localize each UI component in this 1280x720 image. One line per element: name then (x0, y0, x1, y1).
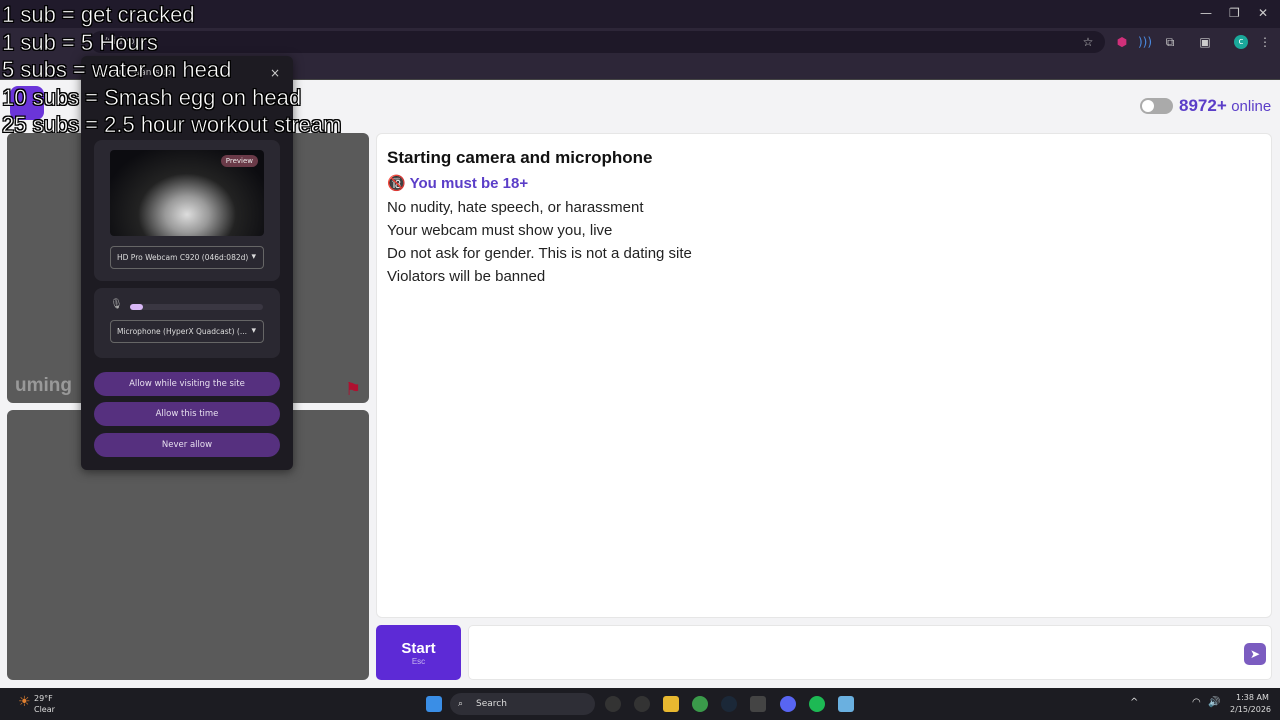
puzzle-icon[interactable]: ⧉ (1163, 35, 1177, 49)
notepad-icon[interactable] (838, 696, 854, 712)
start-hint: Esc (411, 657, 426, 666)
clock-date: 2/15/2026 (1230, 705, 1272, 714)
close-icon[interactable]: × (270, 66, 280, 80)
rule: Do not ask for gender. This is not a dat… (387, 245, 692, 262)
allow-while-visiting-button[interactable]: Allow while visiting the site (94, 372, 280, 396)
camera-preview: Preview (110, 150, 264, 236)
search-label: Search (476, 699, 507, 709)
spotify-icon[interactable] (809, 696, 825, 712)
address-bar[interactable]: /video/ (90, 31, 1105, 53)
send-icon[interactable]: ➤ (1244, 643, 1266, 665)
discord-icon[interactable] (780, 696, 796, 712)
weather-desc: Clear (34, 705, 55, 714)
camera-select[interactable]: HD Pro Webcam C920 (046d:082d) (110, 246, 264, 269)
chat-input[interactable]: ➤ (468, 625, 1272, 680)
minimize-icon[interactable]: — (1200, 6, 1212, 20)
online-count: 8972+ online (1179, 96, 1271, 116)
mic-card: 🎙 Microphone (HyperX Quadcast) (... (94, 288, 280, 358)
preview-badge: Preview (220, 155, 258, 167)
ublock-icon[interactable]: ⬢ (1115, 35, 1129, 49)
age-warning-text: You must be 18+ (409, 175, 529, 192)
online-number: 8972+ (1179, 96, 1227, 115)
age-warning: 🔞 You must be 18+ (387, 174, 1261, 192)
overlay-text: 5 subs = water on head (2, 57, 232, 83)
never-allow-button[interactable]: Never allow (94, 433, 280, 457)
menu-icon[interactable]: ⋮ (1258, 35, 1272, 49)
start-label: Start (401, 640, 436, 657)
audio-icon[interactable]: ))) (1138, 35, 1152, 49)
wifi-icon[interactable]: ◠ (1192, 697, 1201, 708)
app-icon[interactable] (605, 696, 621, 712)
chrome-icon[interactable] (692, 696, 708, 712)
camera-card: Preview HD Pro Webcam C920 (046d:082d) (94, 140, 280, 281)
tray-chevron-icon[interactable]: ^ (1130, 697, 1138, 708)
restore-icon[interactable]: ❐ (1229, 6, 1240, 20)
allow-this-time-button[interactable]: Allow this time (94, 402, 280, 426)
adult-only-icon: 🔞 (387, 175, 406, 192)
steam-icon[interactable] (721, 696, 737, 712)
search-tab-icon[interactable]: ▣ (1198, 35, 1212, 49)
watermark: uming (15, 375, 72, 396)
status-title: Starting camera and microphone (387, 148, 653, 167)
app-icon[interactable] (634, 696, 650, 712)
overlay-text: 1 sub = get cracked (2, 2, 195, 28)
start-button[interactable]: Start Esc (376, 625, 461, 680)
epic-games-icon[interactable] (750, 696, 766, 712)
taskbar-search[interactable]: ⌕ Search (450, 693, 595, 715)
weather-icon: ☀ (18, 694, 31, 710)
microphone-select[interactable]: Microphone (HyperX Quadcast) (... (110, 320, 264, 343)
theme-toggle[interactable] (1140, 98, 1173, 114)
volume-icon[interactable]: 🔊 (1208, 697, 1220, 708)
online-label: online (1231, 98, 1272, 115)
bookmark-star-icon[interactable]: ☆ (1081, 35, 1095, 49)
taskbar: ☀ 29°F Clear ⌕ Search ^ ◠ 🔊 1:38 AM 2/15/… (0, 688, 1280, 720)
overlay-text: 10 subs = Smash egg on head (2, 85, 302, 111)
overlay-text: 25 subs = 2.5 hour workout stream (2, 112, 342, 138)
clock-time[interactable]: 1:38 AM (1236, 693, 1269, 702)
rule: Violators will be banned (387, 268, 546, 285)
overlay-text: 1 sub = 5 Hours (2, 30, 158, 56)
microphone-icon: 🎙 (110, 299, 123, 310)
mic-level-meter (130, 304, 263, 310)
search-icon: ⌕ (458, 699, 464, 709)
close-icon[interactable]: ✕ (1258, 6, 1268, 20)
chat-panel: Starting camera and microphone 🔞 You mus… (376, 133, 1272, 618)
profile-avatar[interactable]: c (1234, 35, 1248, 49)
rule: No nudity, hate speech, or harassment (387, 199, 644, 216)
start-menu-icon[interactable] (426, 696, 442, 712)
file-explorer-icon[interactable] (663, 696, 679, 712)
report-flag-icon[interactable]: ⚑ (345, 379, 361, 400)
weather-temp[interactable]: 29°F (34, 694, 53, 703)
rule: Your webcam must show you, live (387, 222, 613, 239)
